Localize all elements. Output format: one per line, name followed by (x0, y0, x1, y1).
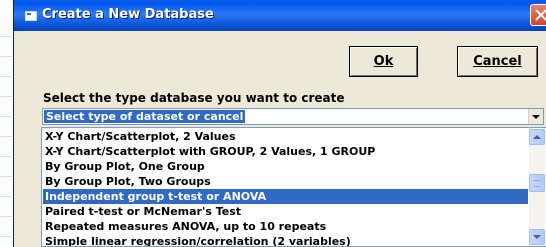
background-gridline (0, 236, 12, 237)
list-item[interactable]: By Group Plot, One Group (43, 159, 528, 174)
create-database-dialog: Create a New Database Ok Cancel Select t… (13, 0, 546, 247)
vertical-scrollbar[interactable] (529, 129, 545, 245)
scroll-thumb[interactable] (529, 174, 545, 192)
background-gridline (0, 176, 12, 177)
background-gridline (0, 76, 12, 77)
background-gridline (0, 116, 12, 117)
prompt-label: Select the type database you want to cre… (43, 91, 345, 105)
background-gridline (0, 136, 12, 137)
list-item[interactable]: Paired t-test or McNemar's Test (43, 204, 528, 219)
scroll-up-icon[interactable] (529, 129, 545, 145)
combobox-value: Select type of dataset or cancel (42, 109, 247, 124)
chevron-down-icon[interactable] (528, 109, 543, 124)
list-item[interactable]: Simple linear regression/correlation (2 … (43, 234, 528, 246)
list-item[interactable]: By Group Plot, Two Groups (43, 174, 528, 189)
list-item[interactable]: X-Y Chart/Scatterplot with GROUP, 2 Valu… (43, 144, 528, 159)
database-type-list[interactable]: X-Y Chart/Scatterplot, 2 Values X-Y Char… (41, 127, 546, 247)
database-type-combobox[interactable]: Select type of dataset or cancel (42, 108, 544, 125)
list-item[interactable]: Repeated measures ANOVA, up to 10 repeat… (43, 219, 528, 234)
dialog-title: Create a New Database (42, 7, 214, 22)
scroll-down-icon[interactable] (529, 229, 545, 245)
background-gridline (0, 196, 12, 197)
background-gridline (0, 96, 12, 97)
close-icon[interactable] (530, 4, 546, 26)
background-gridline (0, 216, 12, 217)
window-icon[interactable] (25, 11, 37, 21)
list-item-selected[interactable]: Independent group t-test or ANOVA (43, 189, 528, 204)
background-gridline (0, 36, 12, 37)
title-bar[interactable]: Create a New Database (14, 0, 546, 31)
background-gridline (0, 56, 12, 57)
cancel-button[interactable]: Cancel (457, 46, 538, 77)
list-item[interactable]: X-Y Chart/Scatterplot, 2 Values (43, 129, 528, 144)
background-gridline (0, 156, 12, 157)
ok-button[interactable]: Ok (349, 46, 418, 77)
